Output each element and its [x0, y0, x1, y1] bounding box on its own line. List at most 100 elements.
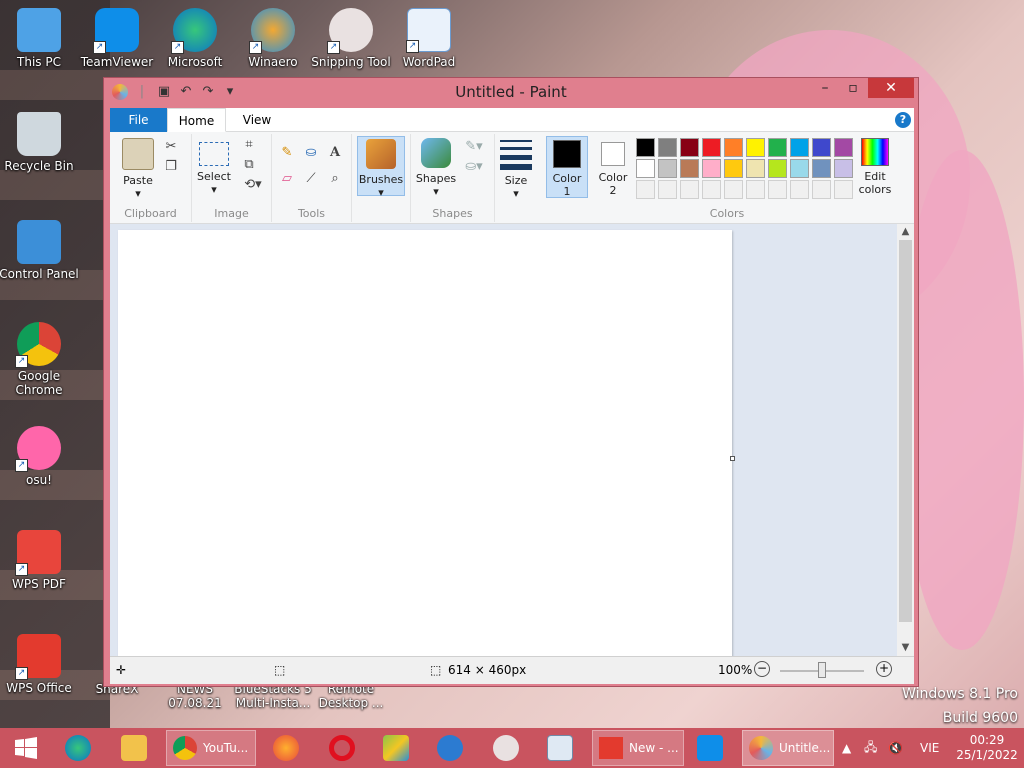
rotate-icon[interactable]: ⟲▾ [240, 176, 266, 194]
input-language[interactable]: VIE [920, 728, 939, 768]
brush-icon [366, 139, 396, 169]
zoom-slider-thumb[interactable] [818, 662, 826, 678]
taskbar-remote-desktop[interactable] [428, 728, 472, 768]
scroll-down-icon[interactable]: ▼ [897, 640, 914, 656]
paste-button[interactable]: Paste ▾ [114, 136, 162, 200]
desktop-icon-recycle-bin[interactable]: Recycle Bin [0, 112, 81, 173]
group-image: Select ▾ ⌗ ⧉ ⟲▾ Image [192, 134, 272, 222]
scroll-thumb[interactable] [899, 240, 912, 622]
select-icon [199, 142, 229, 166]
osu-icon: ↗ [15, 426, 61, 472]
firefox-icon [273, 735, 299, 761]
close-button[interactable]: ✕ [868, 78, 914, 98]
shapes-button[interactable]: Shapes ▾ [415, 136, 457, 198]
desktop-icon-winaero[interactable]: ↗ Winaero [231, 8, 315, 69]
text-icon[interactable]: A [326, 144, 344, 162]
desktop-icon-this-pc[interactable]: This PC [0, 8, 81, 69]
scroll-up-icon[interactable]: ▲ [897, 224, 914, 240]
opera-icon [329, 735, 355, 761]
desktop-icon-teamviewer[interactable]: ↗ TeamViewer [75, 8, 159, 69]
eraser-icon[interactable]: ▱ [278, 170, 296, 188]
desktop-icon-wps-office[interactable]: ↗ WPS Office [0, 634, 81, 695]
wordpad-icon: ↗ [406, 8, 451, 53]
desktop-icon-google-chrome[interactable]: ↗ Google Chrome [0, 322, 81, 397]
brushes-button[interactable]: Brushes ▾ [357, 136, 405, 199]
wps-pdf-icon: ↗ [15, 530, 61, 576]
desktop-icon-microsoft-edge[interactable]: ↗ Microsoft [153, 8, 237, 69]
zoom-in-icon[interactable]: + [876, 661, 892, 677]
folder-icon [121, 735, 147, 761]
size-icon [500, 140, 532, 170]
network-icon[interactable]: 🖧 [864, 728, 877, 768]
show-hidden-icons[interactable]: ▲ [842, 728, 851, 768]
ribbon-tabs: File Home View ? [110, 108, 914, 132]
tab-view[interactable]: View [232, 108, 282, 132]
computer-icon [17, 8, 61, 52]
size-button[interactable]: Size ▾ [498, 138, 534, 200]
chevron-down-icon: ▾ [135, 187, 141, 200]
desktop-icon-wps-pdf[interactable]: ↗ WPS PDF [0, 530, 81, 591]
select-button[interactable]: Select ▾ [196, 136, 232, 196]
clock[interactable]: 00:29 25/1/2022 [956, 728, 1018, 768]
taskbar-bluestacks[interactable] [374, 728, 418, 768]
taskbar-teamviewer[interactable] [688, 728, 732, 768]
paint-icon [749, 736, 773, 760]
wps-office-icon: ↗ [15, 634, 61, 680]
taskbar-file-explorer[interactable] [112, 728, 156, 768]
fill-icon[interactable]: ⛀ [302, 144, 320, 162]
canvas-workspace: ▲ ▼ [110, 224, 914, 658]
desktop-icon-wordpad[interactable]: ↗ WordPad [387, 8, 471, 69]
taskbar-edge[interactable] [56, 728, 100, 768]
recycle-bin-icon [17, 112, 61, 156]
copy-icon[interactable]: ❐ [162, 158, 180, 176]
title-bar[interactable]: | ▣ ↶ ↷ ▾ Untitled - Paint – ▫ ✕ [104, 78, 918, 106]
image-size-icon: ⬚ [430, 663, 442, 677]
paint-window: | ▣ ↶ ↷ ▾ Untitled - Paint – ▫ ✕ File Ho… [103, 77, 919, 687]
remote-desktop-icon [437, 735, 463, 761]
resize-handle-right[interactable] [730, 456, 735, 461]
outline-icon: ✎▾ [465, 139, 483, 154]
crop-icon[interactable]: ⌗ [240, 136, 258, 154]
taskbar-paint[interactable]: Untitle... [742, 730, 834, 766]
zoom-out-icon[interactable]: − [754, 661, 770, 677]
group-tools: ✎ ⛀ A ▱ ⟋ ⌕ Tools [272, 134, 352, 222]
taskbar-snipping-tool[interactable] [484, 728, 528, 768]
desktop-icon-osu[interactable]: ↗ osu! [0, 426, 81, 487]
start-button[interactable] [4, 728, 48, 768]
cut-icon[interactable]: ✂ [162, 138, 180, 156]
drawing-canvas[interactable] [118, 230, 732, 658]
group-label-colors: Colors [709, 207, 745, 220]
desktop-icon-control-panel[interactable]: Control Panel [0, 220, 81, 281]
clipboard-icon [122, 138, 154, 170]
taskbar-opera[interactable] [320, 728, 364, 768]
volume-muted-icon[interactable]: 🔇 [888, 728, 903, 768]
edge-icon [65, 735, 91, 761]
help-icon[interactable]: ? [895, 112, 911, 128]
status-bar: ✛ ⬚ ⬚ 614 × 460px 100% − + [110, 656, 914, 684]
vertical-scrollbar[interactable]: ▲ ▼ [897, 224, 914, 656]
desktop-icon-snipping-tool[interactable]: ↗ Snipping Tool [309, 8, 393, 69]
resize-icon[interactable]: ⧉ [240, 156, 258, 174]
wps-icon [599, 737, 623, 759]
shapes-icon [421, 138, 451, 168]
tab-file[interactable]: File [110, 108, 167, 132]
edge-icon: ↗ [171, 8, 217, 54]
color-picker-icon[interactable]: ⟋ [302, 170, 320, 188]
taskbar-firefox[interactable] [264, 728, 308, 768]
taskbar-chrome-youtube[interactable]: YouTu... [166, 730, 256, 766]
minimize-button[interactable]: – [812, 78, 838, 98]
chevron-down-icon: ▾ [378, 186, 384, 199]
pencil-icon[interactable]: ✎ [278, 144, 296, 162]
taskbar-resource-monitor[interactable] [538, 728, 582, 768]
scissors-icon: ↗ [327, 8, 373, 54]
cursor-position-icon: ✛ [116, 663, 127, 677]
windows-watermark-build: Build 9600 [942, 710, 1018, 726]
scissors-icon [493, 735, 519, 761]
maximize-button[interactable]: ▫ [840, 78, 866, 98]
control-panel-icon [17, 220, 61, 264]
taskbar-wps-office[interactable]: New - ... [592, 730, 684, 766]
group-clipboard: Paste ▾ ✂ ❐ Clipboard [110, 134, 192, 222]
tab-home[interactable]: Home [167, 108, 226, 132]
monitor-icon [547, 735, 573, 761]
magnifier-icon[interactable]: ⌕ [326, 170, 344, 188]
